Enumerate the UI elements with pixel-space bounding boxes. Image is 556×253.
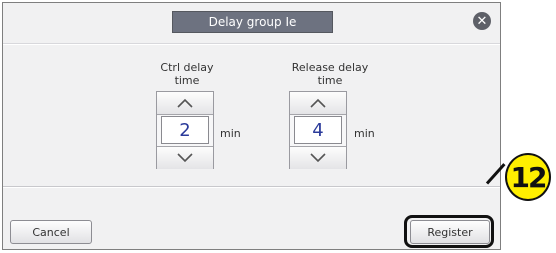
release-delay-label: Release delay time (291, 61, 369, 87)
chevron-down-icon (177, 153, 193, 163)
release-delay-up-button[interactable] (290, 92, 346, 115)
ctrl-delay-down-button[interactable] (157, 146, 213, 169)
close-icon[interactable]: ✕ (473, 12, 491, 30)
release-delay-unit: min (354, 127, 375, 140)
release-delay-down-button[interactable] (290, 146, 346, 169)
register-button[interactable]: Register (410, 220, 490, 244)
ctrl-delay-label: Ctrl delay time (160, 61, 214, 87)
step-callout-badge: 12 (505, 153, 551, 201)
ctrl-delay-unit: min (220, 127, 241, 140)
chevron-up-icon (310, 98, 326, 108)
ctrl-delay-stepper: 2 (156, 91, 214, 169)
header-divider (3, 43, 500, 45)
dialog-title: Delay group Ie (172, 11, 333, 33)
footer-divider (3, 186, 500, 188)
ctrl-delay-value[interactable]: 2 (161, 116, 209, 144)
ctrl-delay-up-button[interactable] (157, 92, 213, 115)
release-delay-value[interactable]: 4 (294, 116, 342, 144)
release-delay-stepper: 4 (289, 91, 347, 169)
delay-group-dialog: Delay group Ie ✕ Ctrl delay time 2 min R… (2, 2, 501, 250)
chevron-down-icon (310, 153, 326, 163)
chevron-up-icon (177, 98, 193, 108)
cancel-button[interactable]: Cancel (10, 220, 92, 244)
